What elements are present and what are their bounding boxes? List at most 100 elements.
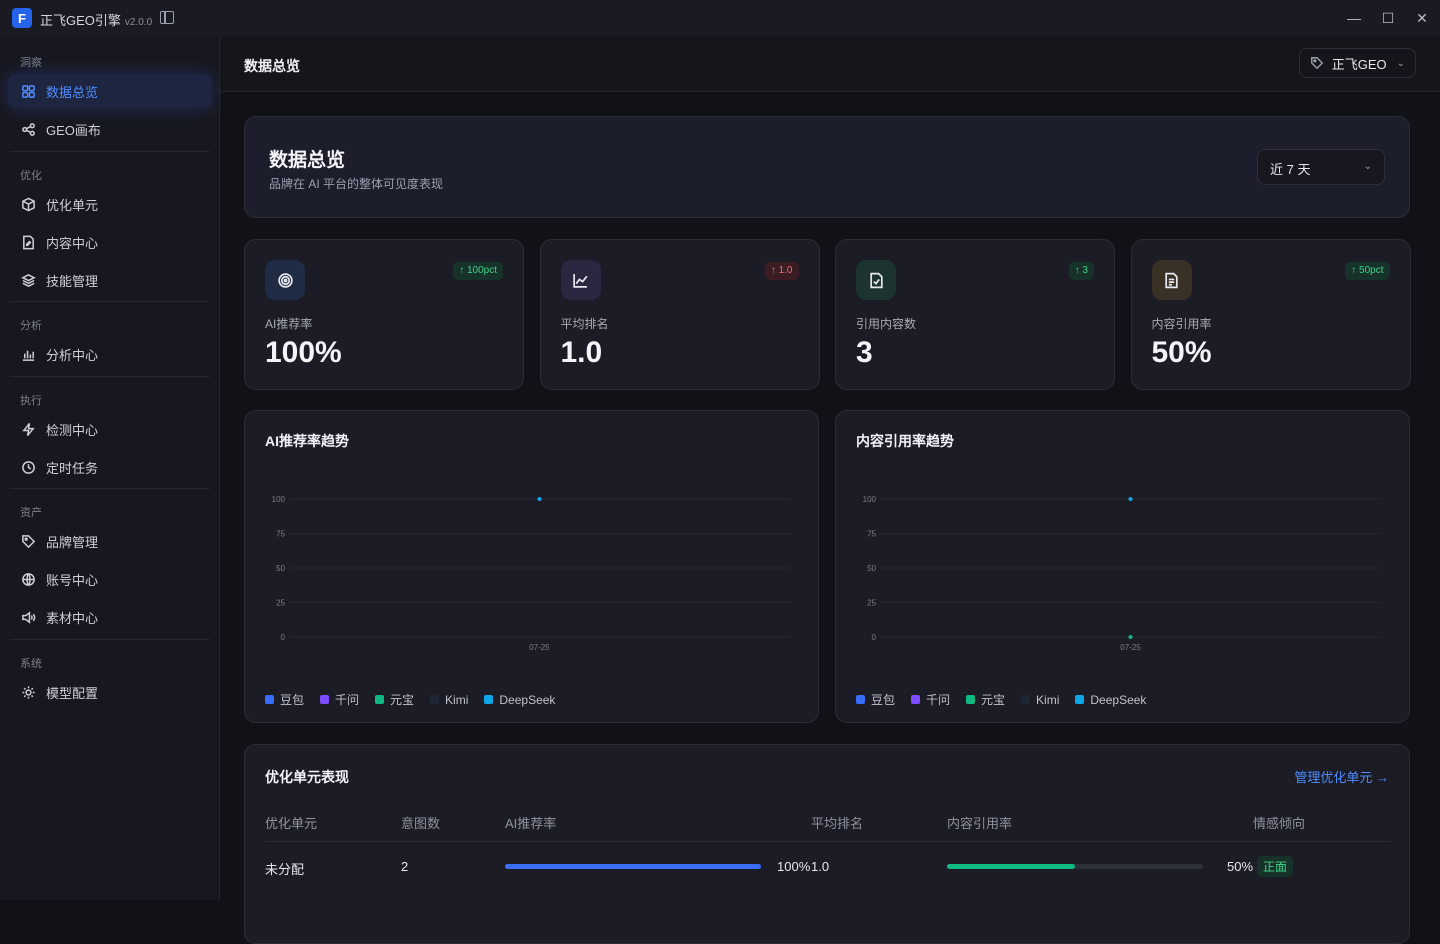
- sidebar-item-数据总览[interactable]: 数据总览: [8, 74, 212, 108]
- legend-item[interactable]: 千问: [320, 691, 359, 708]
- file-check-icon: [856, 260, 896, 300]
- legend-label: Kimi: [445, 692, 469, 707]
- overview-subtitle: 品牌在 AI 平台的整体可见度表现: [269, 177, 444, 191]
- y-tick-label: 75: [867, 530, 876, 539]
- minimize-button[interactable]: —: [1344, 8, 1364, 28]
- share-nodes-icon: [20, 121, 36, 137]
- sidebar-item-GEO画布[interactable]: GEO画布: [8, 112, 212, 146]
- ai-rate-chart: 0 25 50 75 100 07-25: [272, 495, 790, 652]
- sidebar-item-技能管理[interactable]: 技能管理: [8, 263, 212, 297]
- legend-item[interactable]: 元宝: [966, 691, 1005, 708]
- col-header-intents[interactable]: 意图数: [401, 813, 440, 832]
- y-tick-label: 100: [863, 495, 877, 504]
- brand-selector-label: 正飞GEO: [1331, 56, 1387, 72]
- date-range-select[interactable]: 近 7 天 ⌄: [1257, 149, 1385, 185]
- sidebar-item-分析中心[interactable]: 分析中心: [8, 337, 212, 371]
- legend-item[interactable]: 元宝: [375, 691, 414, 708]
- gear-icon: [20, 684, 36, 700]
- y-tick-label: 0: [281, 633, 286, 642]
- legend-swatch: [1075, 695, 1085, 704]
- legend-item[interactable]: 豆包: [856, 691, 895, 708]
- sidebar-item-模型配置[interactable]: 模型配置: [8, 675, 212, 709]
- trend-badge: ↑ 1.0: [764, 262, 799, 280]
- legend-label: 元宝: [390, 693, 415, 707]
- app-logo-icon: F: [12, 8, 32, 28]
- close-button[interactable]: ✕: [1412, 8, 1432, 28]
- cite-rate-chart-card: 0 25 50 75 100 07-25 内容引用率趋势 豆包 千问 元宝 Kimi DeepSe…: [835, 410, 1410, 723]
- sidebar-divider: [10, 151, 210, 152]
- table-divider: [265, 841, 1391, 842]
- sidebar-item-素材中心[interactable]: 素材中心: [8, 600, 212, 634]
- y-tick-label: 100: [272, 495, 286, 504]
- sidebar-item-label: 素材中心: [46, 610, 99, 626]
- sidebar-item-内容中心[interactable]: 内容中心: [8, 225, 212, 259]
- cite-rate-chart: 0 25 50 75 100 07-25: [863, 495, 1381, 652]
- legend-item[interactable]: Kimi: [430, 691, 468, 708]
- col-header-sentiment[interactable]: 情感倾向: [1253, 813, 1305, 832]
- legend-label: 千问: [926, 693, 951, 707]
- data-point-元宝[interactable]: [1128, 635, 1133, 639]
- sidebar-item-账号中心[interactable]: 账号中心: [8, 562, 212, 596]
- y-tick-label: 75: [276, 530, 285, 539]
- sidebar-section-label: 分析: [20, 320, 42, 332]
- top-bar: 数据总览 正飞GEO ⌄: [220, 36, 1440, 92]
- y-tick-label: 25: [867, 599, 876, 608]
- sidebar-section-label: 执行: [20, 395, 42, 407]
- chevron-down-icon: ⌄: [1363, 161, 1372, 172]
- stat-value: 100%: [265, 336, 342, 369]
- grid-icon: [20, 83, 36, 99]
- sidebar-item-定时任务[interactable]: 定时任务: [8, 450, 212, 484]
- manage-units-link[interactable]: 管理优化单元 →: [1294, 767, 1389, 786]
- legend-item[interactable]: Kimi: [1021, 691, 1059, 708]
- legend-swatch: [430, 695, 440, 704]
- cite-rate-bar: [947, 864, 1203, 869]
- cell-rank: 1.0: [811, 859, 830, 874]
- legend-swatch: [265, 695, 274, 704]
- sidebar-item-品牌管理[interactable]: 品牌管理: [8, 524, 212, 558]
- legend-item[interactable]: 千问: [911, 691, 950, 708]
- trend-badge: ↑ 100pct: [453, 262, 503, 280]
- sidebar-item-检测中心[interactable]: 检测中心: [8, 412, 212, 446]
- y-tick-label: 50: [867, 564, 876, 573]
- stat-value: 50%: [1151, 336, 1212, 369]
- ai-rate-bar: [505, 864, 761, 869]
- chart-legend: 豆包 千问 元宝 Kimi DeepSeek: [856, 691, 1162, 708]
- trend-badge: ↑ 3: [1068, 262, 1094, 280]
- data-point-DeepSeek[interactable]: [1128, 497, 1133, 501]
- sidebar-item-优化单元[interactable]: 优化单元: [8, 187, 212, 221]
- legend-item[interactable]: DeepSeek: [484, 691, 555, 708]
- legend-item[interactable]: 豆包: [265, 691, 304, 708]
- legend-swatch: [966, 695, 976, 704]
- sidebar-section-label: 资产: [20, 507, 42, 519]
- col-header-cite-rate[interactable]: 内容引用率: [947, 813, 1012, 832]
- bar-chart-icon: [20, 346, 36, 362]
- col-header-unit[interactable]: 优化单元: [265, 813, 317, 832]
- col-header-rank[interactable]: 平均排名: [811, 813, 863, 832]
- sidebar-divider: [10, 301, 210, 302]
- col-header-ai-rate[interactable]: AI推荐率: [505, 813, 556, 832]
- stat-value: 1.0: [560, 336, 603, 369]
- stat-label: AI推荐率: [265, 317, 313, 331]
- stat-label: 内容引用率: [1151, 317, 1212, 331]
- tag-icon: [20, 533, 36, 549]
- sidebar-item-label: 数据总览: [46, 84, 99, 100]
- cell-ai-rate: 100%: [777, 859, 811, 874]
- ai-rate-chart-card: 0 25 50 75 100 07-25 AI推荐率趋势 豆包 千问 元宝 Kimi DeepSe…: [244, 410, 819, 723]
- legend-swatch: [911, 695, 921, 704]
- legend-swatch: [320, 695, 330, 704]
- cell-cite-rate: 50%: [1227, 859, 1254, 874]
- maximize-button[interactable]: ☐: [1378, 8, 1398, 28]
- app-version: v2.0.0: [124, 17, 153, 28]
- overview-card: 数据总览 品牌在 AI 平台的整体可见度表现 近 7 天 ⌄: [244, 116, 1410, 218]
- legend-item[interactable]: DeepSeek: [1075, 691, 1146, 708]
- y-tick-label: 25: [276, 599, 285, 608]
- legend-swatch: [375, 695, 385, 704]
- stat-card: ↑ 3 引用内容数 3: [835, 239, 1115, 390]
- legend-label: 豆包: [871, 693, 896, 707]
- data-point-DeepSeek[interactable]: [537, 497, 542, 501]
- globe-icon: [20, 571, 36, 587]
- sidebar-divider: [10, 376, 210, 377]
- brand-selector[interactable]: 正飞GEO ⌄: [1298, 48, 1416, 78]
- stat-value: 3: [856, 336, 873, 369]
- sidebar-toggle-icon[interactable]: [160, 11, 174, 24]
